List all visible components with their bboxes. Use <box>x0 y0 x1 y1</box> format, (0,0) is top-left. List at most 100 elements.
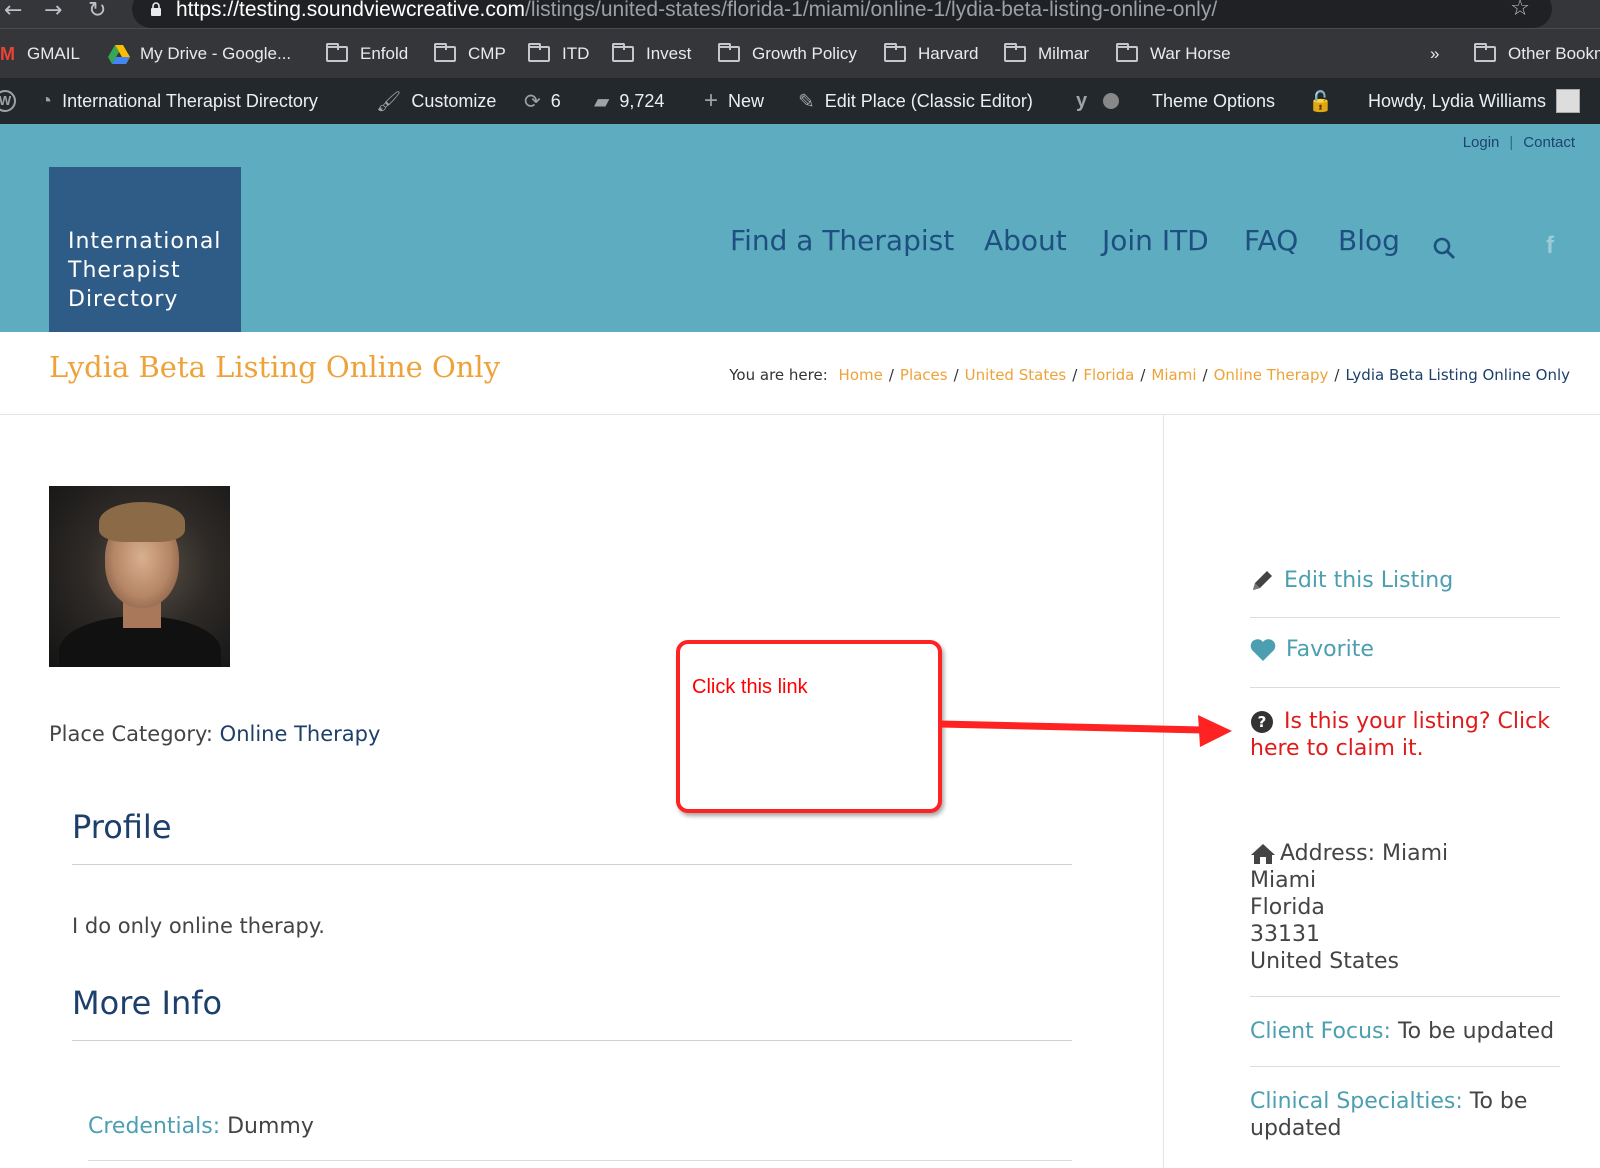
place-category-link[interactable]: Online Therapy <box>220 722 381 746</box>
folder-icon <box>884 43 906 62</box>
search-icon[interactable] <box>1432 236 1456 260</box>
status-dot-icon <box>1103 93 1120 109</box>
bookmark-growth-policy[interactable]: Growth Policy <box>718 42 857 66</box>
bookmark-my-drive[interactable]: My Drive - Google... <box>108 42 291 66</box>
site-header: International Therapist Directory Login |… <box>0 124 1600 332</box>
bookmarks-bar: M GMAIL My Drive - Google... Enfold CMP … <box>0 28 1600 78</box>
avatar <box>1556 89 1581 113</box>
browser-toolbar: ← → ↻ https://testing.soundviewcreative.… <box>0 0 1600 28</box>
folder-icon <box>528 43 550 62</box>
more-info-heading: More Info <box>72 984 223 1022</box>
heart-icon <box>1250 638 1276 661</box>
wp-admin-bar: W ◔ International Therapist Directory 🖌 … <box>0 78 1600 124</box>
bookmark-harvard[interactable]: Harvard <box>884 42 978 66</box>
reload-icon[interactable]: ↻ <box>88 0 106 22</box>
bookmark-milmar[interactable]: Milmar <box>1004 42 1089 66</box>
back-icon[interactable]: ← <box>4 0 22 22</box>
bookmark-enfold[interactable]: Enfold <box>326 42 408 66</box>
address-block: Address: Miami Miami Florida 33131 Unite… <box>1250 841 1449 974</box>
login-link[interactable]: Login <box>1463 134 1500 151</box>
bookmark-star-icon[interactable]: ☆ <box>1510 0 1530 21</box>
question-circle-icon: ? <box>1251 710 1273 733</box>
sidebar-divider-2 <box>1250 687 1560 688</box>
folder-icon <box>1116 43 1138 62</box>
credentials-field: Credentials: Dummy <box>88 1114 314 1139</box>
breadcrumb-online-therapy[interactable]: Online Therapy <box>1214 366 1329 384</box>
pencil-icon <box>1253 570 1272 590</box>
folder-icon <box>612 43 634 62</box>
clinical-specialties-field: Clinical Specialties: To be updated <box>1250 1089 1528 1141</box>
wordpress-logo-button[interactable]: W <box>0 89 26 113</box>
favorite-link[interactable]: Favorite <box>1250 637 1560 662</box>
forward-icon[interactable]: → <box>44 0 62 22</box>
nav-find-therapist[interactable]: Find a Therapist <box>730 224 954 257</box>
plus-icon: + <box>704 87 719 114</box>
home-icon <box>1251 843 1275 864</box>
sidebar-divider-4 <box>1250 1066 1560 1067</box>
claim-listing-link[interactable]: ? Is this your listing? Click here to cl… <box>1250 708 1560 762</box>
bookmark-war-horse[interactable]: War Horse <box>1116 42 1231 66</box>
profile-photo <box>49 486 230 667</box>
sidebar-divider-1 <box>1250 617 1560 618</box>
theme-options-menu[interactable]: Theme Options <box>1152 89 1275 113</box>
breadcrumb-united-states[interactable]: United States <box>965 366 1067 384</box>
yoast-icon: y <box>1076 89 1088 112</box>
paintbrush-icon: 🖌 <box>376 90 402 113</box>
bookmark-other[interactable]: Other Bookmarks <box>1474 42 1600 66</box>
folder-icon <box>326 43 348 62</box>
breadcrumb-home[interactable]: Home <box>839 366 883 384</box>
annotation-arrow <box>940 715 1232 747</box>
contact-link[interactable]: Contact <box>1523 134 1575 151</box>
lock-icon <box>151 2 161 16</box>
url-text: https://testing.soundviewcreative.com/li… <box>176 0 1218 21</box>
lock-menu[interactable]: 🔓 <box>1308 89 1343 113</box>
yoast-menu[interactable]: y <box>1076 89 1129 113</box>
updates-menu[interactable]: ⟳ 6 <box>524 89 561 113</box>
breadcrumb-miami[interactable]: Miami <box>1151 366 1196 384</box>
breadcrumb-places[interactable]: Places <box>900 366 948 384</box>
gmail-icon: M <box>0 43 15 64</box>
annotation-callout: Click this link <box>676 640 942 813</box>
edit-place-menu[interactable]: ✎ Edit Place (Classic Editor) <box>798 89 1033 113</box>
sidebar-divider-3 <box>1250 996 1560 997</box>
address-bar[interactable]: https://testing.soundviewcreative.com/li… <box>132 0 1552 28</box>
svg-text:?: ? <box>1258 713 1267 731</box>
nav-blog[interactable]: Blog <box>1338 224 1400 257</box>
comments-menu[interactable]: ▰ 9,724 <box>594 89 664 113</box>
credentials-divider <box>88 1160 1072 1161</box>
new-content-menu[interactable]: + New <box>704 87 764 114</box>
nav-about[interactable]: About <box>984 224 1067 257</box>
folder-icon <box>718 43 740 62</box>
place-category: Place Category: Online Therapy <box>49 722 381 746</box>
site-name-menu[interactable]: ◔ International Therapist Directory <box>40 89 318 113</box>
bookmarks-overflow-button[interactable]: » <box>1430 42 1439 66</box>
folder-icon <box>1004 43 1026 62</box>
comment-icon: ▰ <box>594 90 610 113</box>
profile-divider <box>72 864 1072 865</box>
pencil-icon: ✎ <box>798 90 815 113</box>
profile-text: I do only online therapy. <box>72 914 325 938</box>
nav-join-itd[interactable]: Join ITD <box>1102 224 1209 257</box>
bookmark-cmp[interactable]: CMP <box>434 42 506 66</box>
dashboard-icon: ◔ <box>40 89 53 112</box>
page-title-bar: Lydia Beta Listing Online Only You are h… <box>0 332 1600 415</box>
client-focus-field: Client Focus: To be updated <box>1250 1019 1555 1044</box>
my-account-menu[interactable]: Howdy, Lydia Williams <box>1368 89 1581 113</box>
page-title: Lydia Beta Listing Online Only <box>49 350 501 384</box>
wordpress-icon: W <box>0 90 16 112</box>
more-info-divider <box>72 1040 1072 1041</box>
sidebar-divider <box>1163 415 1164 1168</box>
breadcrumb-florida[interactable]: Florida <box>1083 366 1134 384</box>
breadcrumb-current: Lydia Beta Listing Online Only <box>1345 366 1570 384</box>
bookmark-invest[interactable]: Invest <box>612 42 691 66</box>
bookmark-itd[interactable]: ITD <box>528 42 589 66</box>
profile-heading: Profile <box>72 808 172 846</box>
site-logo[interactable]: International Therapist Directory <box>49 167 241 332</box>
folder-icon <box>434 43 456 62</box>
facebook-icon[interactable]: f <box>1546 232 1554 260</box>
nav-faq[interactable]: FAQ <box>1244 224 1298 257</box>
edit-listing-link[interactable]: Edit this Listing <box>1250 568 1560 593</box>
customize-menu[interactable]: 🖌 Customize <box>376 89 496 113</box>
bookmark-gmail[interactable]: M GMAIL <box>0 42 80 66</box>
top-links: Login | Contact <box>1462 134 1575 151</box>
